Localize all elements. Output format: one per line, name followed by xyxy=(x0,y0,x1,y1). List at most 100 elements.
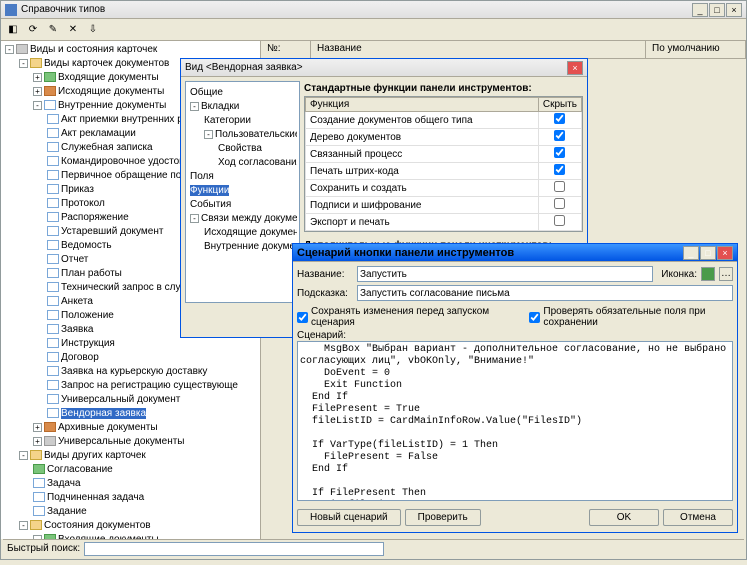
tree-toggle[interactable]: - xyxy=(190,102,199,111)
toolbar-btn-1[interactable]: ◧ xyxy=(5,22,21,38)
tree-item[interactable]: Архивные документы xyxy=(58,422,158,433)
table-cell[interactable]: Подписи и шифрование xyxy=(306,197,539,214)
tree-root[interactable]: Виды и состояния карточек xyxy=(30,44,157,55)
hide-checkbox[interactable] xyxy=(554,215,565,226)
chk-validate-box[interactable] xyxy=(529,312,540,323)
table-cell[interactable]: Создание документов общего типа xyxy=(306,112,539,129)
tree-item[interactable]: Акт рекламации xyxy=(61,128,136,139)
toolbar-btn-3[interactable]: ✎ xyxy=(45,22,61,38)
tree-item[interactable]: Виды других карточек xyxy=(44,450,146,461)
table-cell[interactable]: Сохранить и создать xyxy=(306,180,539,197)
tree-item[interactable]: Анкета xyxy=(61,296,93,307)
tree-item[interactable]: Исходящие документы xyxy=(58,86,164,97)
hide-checkbox[interactable] xyxy=(554,113,565,124)
tree-item[interactable]: Положение xyxy=(61,310,114,321)
chk-save-before[interactable]: Сохранять изменения перед запуском сцена… xyxy=(297,306,505,328)
icon-browse[interactable]: … xyxy=(719,267,733,281)
view-dialog-tree[interactable]: Общие -Вкладки Категории -Пользовательск… xyxy=(185,81,300,303)
col-function[interactable]: Функция xyxy=(306,98,539,112)
tree-item[interactable]: Поля xyxy=(190,171,214,182)
tree-toggle[interactable]: - xyxy=(33,101,42,110)
name-input[interactable] xyxy=(357,266,653,282)
tree-item[interactable]: Запрос на регистрацию существующе xyxy=(61,380,238,391)
tree-item[interactable]: Заявка на курьерскую доставку xyxy=(61,366,207,377)
tree-item[interactable]: Связи между документами xyxy=(201,213,297,224)
tree-item[interactable]: Задача xyxy=(47,478,81,489)
tree-item[interactable]: Инструкция xyxy=(61,338,115,349)
hide-checkbox[interactable] xyxy=(554,130,565,141)
tree-item[interactable]: Устаревший документ xyxy=(61,226,163,237)
table-cell[interactable]: Экспорт и печать xyxy=(306,214,539,231)
tree-item-selected[interactable]: Функции xyxy=(190,185,229,196)
minimize-button[interactable]: _ xyxy=(683,246,699,260)
col-default[interactable]: По умолчанию xyxy=(646,41,746,58)
tree-item[interactable]: Состояния документов xyxy=(44,520,151,531)
toolbar-btn-5[interactable]: ⇩ xyxy=(85,22,101,38)
col-no[interactable]: №: xyxy=(261,41,311,58)
code-editor[interactable]: MsgBox "Выбран вариант - дополнительное … xyxy=(297,341,733,501)
tree-item[interactable]: Ход согласования xyxy=(218,157,297,168)
tree-item[interactable]: Пользовательские вкладки xyxy=(215,129,297,140)
toolbar-btn-2[interactable]: ⟳ xyxy=(25,22,41,38)
col-name[interactable]: Название xyxy=(311,41,646,58)
minimize-button[interactable]: _ xyxy=(692,3,708,17)
tree-item[interactable]: Общие xyxy=(190,87,223,98)
cancel-button[interactable]: Отмена xyxy=(663,509,733,526)
tree-item[interactable]: Задание xyxy=(47,506,87,517)
tree-toggle[interactable]: + xyxy=(33,87,42,96)
tree-item[interactable]: План работы xyxy=(61,268,122,279)
chk-validate[interactable]: Проверять обязательные поля при сохранен… xyxy=(529,306,733,328)
hide-checkbox[interactable] xyxy=(554,147,565,158)
tree-item[interactable]: Согласование xyxy=(47,464,113,475)
col-hide[interactable]: Скрыть xyxy=(538,98,581,112)
tree-item[interactable]: Вкладки xyxy=(201,101,239,112)
tree-item[interactable]: Внутренние документы xyxy=(204,241,297,252)
tree-item[interactable]: Отчет xyxy=(61,254,88,265)
hide-checkbox[interactable] xyxy=(554,198,565,209)
check-button[interactable]: Проверить xyxy=(405,509,481,526)
tree-toggle[interactable]: - xyxy=(204,130,213,139)
tree-item[interactable]: Категории xyxy=(204,115,251,126)
tree-item[interactable]: Универсальный документ xyxy=(61,394,180,405)
tree-item[interactable]: Приказ xyxy=(61,184,94,195)
tree-item[interactable]: Внутренние документы xyxy=(58,100,166,111)
ok-button[interactable]: OK xyxy=(589,509,659,526)
close-button[interactable]: × xyxy=(717,246,733,260)
table-cell[interactable]: Печать штрих-кода xyxy=(306,163,539,180)
tree-item[interactable]: Подчиненная задача xyxy=(47,492,144,503)
tree-item[interactable]: Вендорная заявка xyxy=(61,408,146,419)
hint-input[interactable] xyxy=(357,285,733,301)
tree-toggle[interactable]: - xyxy=(19,451,28,460)
tree-toggle[interactable]: - xyxy=(19,521,28,530)
search-input[interactable] xyxy=(84,542,384,556)
tree-item[interactable]: Служебная записка xyxy=(61,142,153,153)
tree-item[interactable]: Ведомость xyxy=(61,240,112,251)
close-button[interactable]: × xyxy=(726,3,742,17)
maximize-button[interactable]: □ xyxy=(700,246,716,260)
tree-toggle[interactable]: + xyxy=(33,73,42,82)
toolbar-btn-4[interactable]: ✕ xyxy=(65,22,81,38)
tree-item[interactable]: Виды карточек документов xyxy=(44,58,169,69)
maximize-button[interactable]: □ xyxy=(709,3,725,17)
chk-save-before-box[interactable] xyxy=(297,312,308,323)
tree-toggle[interactable]: - xyxy=(19,59,28,68)
tree-item[interactable]: Входящие документы xyxy=(58,72,159,83)
tree-toggle[interactable]: + xyxy=(33,437,42,446)
tree-item[interactable]: Протокол xyxy=(61,198,105,209)
hide-checkbox[interactable] xyxy=(554,181,565,192)
new-scenario-button[interactable]: Новый сценарий xyxy=(297,509,401,526)
table-cell[interactable]: Связанный процесс xyxy=(306,146,539,163)
tree-item[interactable]: Универсальные документы xyxy=(58,436,185,447)
tree-item[interactable]: События xyxy=(190,199,231,210)
tree-item[interactable]: Заявка xyxy=(61,324,94,335)
table-cell[interactable]: Дерево документов xyxy=(306,129,539,146)
tree-toggle[interactable]: - xyxy=(190,214,199,223)
tree-item[interactable]: Исходящие документы xyxy=(204,227,297,238)
icon-preview[interactable] xyxy=(701,267,715,281)
tree-toggle[interactable]: + xyxy=(33,423,42,432)
hide-checkbox[interactable] xyxy=(554,164,565,175)
tree-toggle[interactable]: - xyxy=(5,45,14,54)
tree-item[interactable]: Свойства xyxy=(218,143,262,154)
view-dialog-close[interactable]: × xyxy=(567,61,583,75)
tree-item[interactable]: Распоряжение xyxy=(61,212,129,223)
